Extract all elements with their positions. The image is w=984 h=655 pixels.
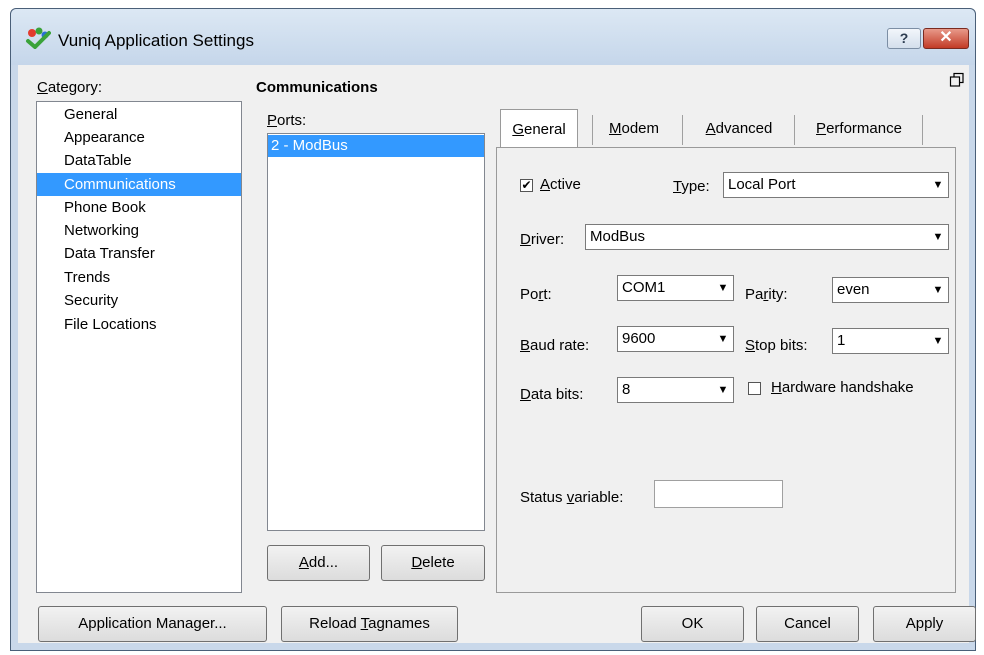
tab-separator: [682, 115, 683, 145]
general-tab-page: ✔ Active Type: Local Port ▼ Driver: ModB…: [496, 147, 956, 593]
dropdown-arrow-icon[interactable]: ▼: [713, 276, 733, 300]
hardware-handshake-checkbox[interactable]: [748, 382, 761, 395]
parity-select[interactable]: even ▼: [832, 277, 949, 303]
stop-bits-select[interactable]: 1 ▼: [832, 328, 949, 354]
ok-button[interactable]: OK: [641, 606, 744, 642]
close-button[interactable]: ✕: [923, 28, 969, 49]
category-item-appearance[interactable]: Appearance: [37, 126, 241, 149]
driver-label: Driver:: [520, 231, 565, 248]
apply-button[interactable]: Apply: [873, 606, 976, 642]
window-title: Vuniq Application Settings: [58, 31, 254, 50]
cancel-button[interactable]: Cancel: [756, 606, 859, 642]
add-port-button[interactable]: Add...: [267, 545, 370, 581]
port-item[interactable]: 2 - ModBus: [268, 135, 484, 157]
category-list[interactable]: General Appearance DataTable Communicati…: [36, 101, 242, 593]
dropdown-arrow-icon[interactable]: ▼: [928, 173, 948, 197]
tab-modem[interactable]: Modem: [594, 109, 674, 147]
ports-list[interactable]: 2 - ModBus: [267, 133, 485, 531]
category-item-security[interactable]: Security: [37, 289, 241, 312]
tab-separator: [922, 115, 923, 145]
status-variable-label: Status variable:: [520, 489, 624, 506]
category-item-general[interactable]: General: [37, 103, 241, 126]
category-item-communications[interactable]: Communications: [37, 173, 241, 196]
tab-advanced[interactable]: Advanced: [686, 109, 792, 147]
parity-value: even: [837, 281, 870, 298]
tab-performance[interactable]: Performance: [798, 109, 920, 147]
delete-port-button[interactable]: Delete: [381, 545, 485, 581]
category-item-data-transfer[interactable]: Data Transfer: [37, 242, 241, 265]
category-item-networking[interactable]: Networking: [37, 219, 241, 242]
driver-value: ModBus: [590, 228, 646, 245]
tab-separator: [592, 115, 593, 145]
category-item-phone-book[interactable]: Phone Book: [37, 196, 241, 219]
port-select[interactable]: COM1 ▼: [617, 275, 734, 301]
baud-rate-value: 9600: [622, 330, 656, 347]
reload-tagnames-button[interactable]: Reload Tagnames: [281, 606, 458, 642]
app-logo-icon: [26, 27, 51, 49]
parity-label: Parity:: [745, 286, 788, 303]
driver-select[interactable]: ModBus ▼: [585, 224, 949, 250]
dropdown-arrow-icon[interactable]: ▼: [713, 378, 733, 402]
baud-rate-select[interactable]: 9600 ▼: [617, 326, 734, 352]
ports-label: Ports:: [267, 112, 307, 129]
tab-general[interactable]: General: [500, 109, 578, 147]
type-label: Type:: [673, 178, 710, 195]
active-label: Active: [540, 176, 581, 193]
type-value: Local Port: [728, 176, 796, 193]
active-checkbox[interactable]: ✔: [520, 179, 533, 192]
data-bits-value: 8: [622, 381, 631, 398]
hardware-handshake-label: Hardware handshake: [771, 379, 914, 396]
category-item-file-locations[interactable]: File Locations: [37, 313, 241, 336]
data-bits-label: Data bits:: [520, 386, 584, 403]
tab-separator: [794, 115, 795, 145]
dialog-client-area: Category: General Appearance DataTable C…: [18, 65, 976, 643]
status-variable-input[interactable]: [654, 480, 783, 508]
panel-title: Communications: [256, 79, 378, 96]
settings-tabs: General Modem Advanced Performance: [496, 109, 956, 149]
restore-window-icon[interactable]: [949, 72, 965, 88]
dropdown-arrow-icon[interactable]: ▼: [928, 278, 948, 302]
category-item-trends[interactable]: Trends: [37, 266, 241, 289]
title-bar[interactable]: Vuniq Application Settings ? ✕: [11, 9, 975, 65]
category-label: Category:: [37, 79, 103, 96]
help-button[interactable]: ?: [887, 28, 921, 49]
type-select[interactable]: Local Port ▼: [723, 172, 949, 198]
stop-bits-value: 1: [837, 332, 846, 349]
port-value: COM1: [622, 279, 666, 296]
dropdown-arrow-icon[interactable]: ▼: [928, 329, 948, 353]
dropdown-arrow-icon[interactable]: ▼: [928, 225, 948, 249]
category-item-datatable[interactable]: DataTable: [37, 149, 241, 172]
baud-rate-label: Baud rate:: [520, 337, 590, 354]
port-label: Port:: [520, 286, 552, 303]
stop-bits-label: Stop bits:: [745, 337, 808, 354]
settings-window: Vuniq Application Settings ? ✕ Category:…: [10, 8, 976, 651]
data-bits-select[interactable]: 8 ▼: [617, 377, 734, 403]
application-manager-button[interactable]: Application Manager...: [38, 606, 267, 642]
dropdown-arrow-icon[interactable]: ▼: [713, 327, 733, 351]
